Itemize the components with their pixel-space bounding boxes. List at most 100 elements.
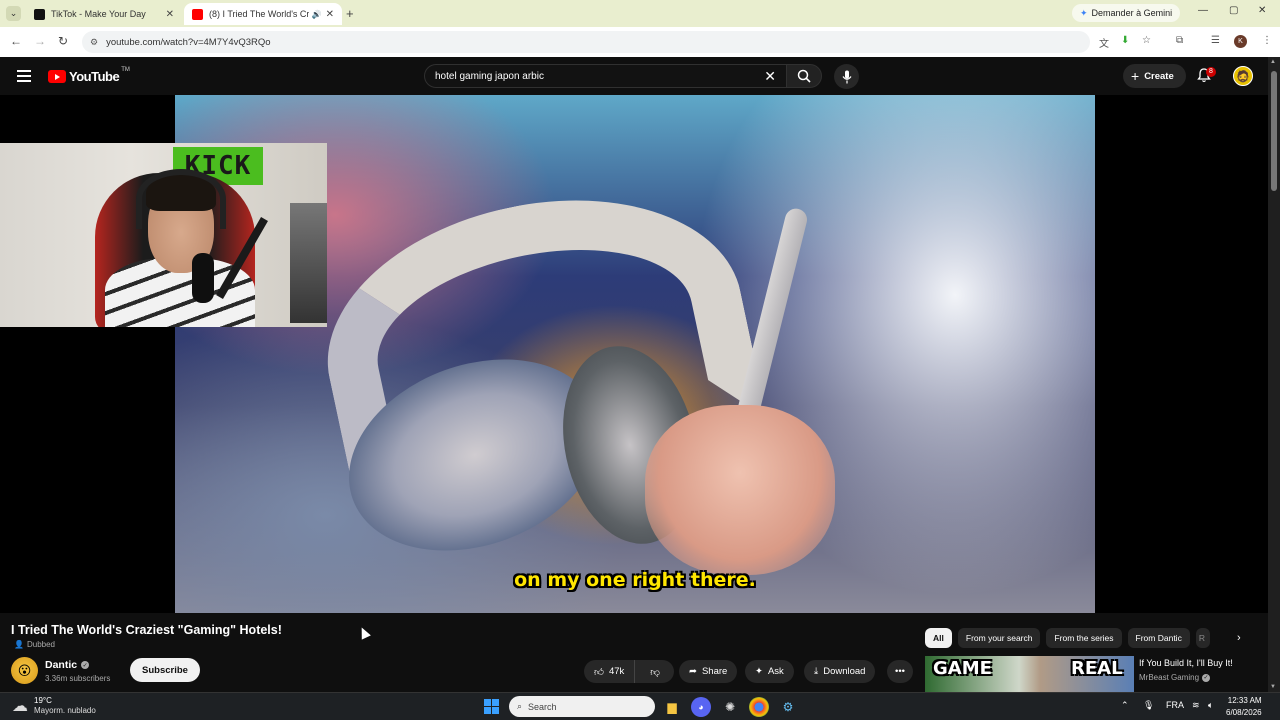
- browser-tab-strip: ⌄ TikTok - Make Your Day ✕ (8) I Tried T…: [0, 0, 1280, 27]
- subscribe-button[interactable]: Subscribe: [130, 658, 200, 682]
- windows-taskbar: ☁ 19°C Mayorm. nublado ⌕ Search ▆ ◕ ✺ ⚙ …: [0, 692, 1280, 720]
- clear-search-icon[interactable]: ✕: [764, 68, 776, 85]
- tab-title: TikTok - Make Your Day: [51, 9, 146, 19]
- volume-icon[interactable]: 🔈︎: [1208, 700, 1213, 711]
- thumbs-up-icon: 👍︎: [594, 666, 604, 678]
- scrollbar-thumb[interactable]: [1271, 71, 1277, 191]
- browser-menu-icon[interactable]: ⋮: [1262, 35, 1272, 46]
- chatgpt-icon[interactable]: ✺: [720, 697, 740, 717]
- reload-icon[interactable]: ↻: [58, 34, 68, 48]
- ask-button[interactable]: ✦ Ask: [745, 660, 794, 683]
- taskbar-search-placeholder: Search: [528, 701, 557, 712]
- chip-partial[interactable]: R: [1195, 628, 1210, 648]
- trademark-mark: TM: [121, 66, 130, 73]
- youtube-wordmark: YouTube: [69, 69, 120, 84]
- scroll-up-arrow-icon[interactable]: ▲: [1270, 59, 1276, 65]
- youtube-logo[interactable]: YouTube TM: [48, 66, 130, 84]
- search-button[interactable]: [786, 64, 822, 88]
- account-avatar[interactable]: 🧔: [1233, 66, 1253, 86]
- gemini-sparkle-icon: ✦: [1080, 7, 1088, 18]
- video-player[interactable]: on my one right there. KICK: [0, 95, 1268, 613]
- tab-close-icon[interactable]: ✕: [326, 9, 334, 20]
- dubbed-person-icon: 👤: [14, 640, 24, 649]
- steam-icon[interactable]: ⚙: [778, 697, 798, 717]
- cloud-icon: ☁: [12, 698, 28, 715]
- more-actions-button[interactable]: •••: [887, 660, 913, 683]
- translate-icon[interactable]: 文: [1099, 35, 1109, 50]
- notification-count-badge: 8: [1206, 67, 1216, 77]
- hand-holding-headset: [645, 405, 835, 575]
- recommended-channel[interactable]: MrBeast Gaming ✓: [1139, 673, 1211, 682]
- reading-list-icon[interactable]: ☰: [1211, 35, 1220, 46]
- voice-search-button[interactable]: [834, 64, 859, 89]
- windows-start-icon[interactable]: [484, 699, 499, 714]
- forward-arrow-icon[interactable]: →: [34, 34, 46, 48]
- recommended-video-thumbnail[interactable]: GAME REAL: [925, 656, 1134, 692]
- tab-tiktok[interactable]: TikTok - Make Your Day ✕: [26, 3, 182, 25]
- back-arrow-icon[interactable]: ←: [10, 34, 22, 48]
- channel-name-link[interactable]: Dantic ✓: [45, 659, 90, 671]
- address-bar-row: ← → ↻ ⚙ youtube.com/watch?v=4M7Y4vQ3RQo …: [0, 27, 1280, 57]
- like-button[interactable]: 👍︎ 47k: [584, 660, 636, 683]
- profile-avatar-icon[interactable]: K: [1234, 35, 1247, 48]
- channel-avatar[interactable]: 😮: [11, 657, 38, 684]
- channel-name: Dantic: [45, 659, 78, 671]
- chips-next-chevron-icon[interactable]: ›: [1237, 632, 1241, 644]
- maximize-icon[interactable]: ▢: [1229, 5, 1238, 16]
- download-button[interactable]: ⤓ Download: [804, 660, 876, 683]
- streamer-webcam-overlay: KICK: [0, 143, 327, 327]
- bookmark-star-icon[interactable]: ☆: [1142, 35, 1151, 46]
- recommended-video-title[interactable]: If You Build It, I'll Buy It!: [1139, 658, 1233, 668]
- verified-check-icon: ✓: [81, 661, 90, 669]
- omnibox[interactable]: ⚙ youtube.com/watch?v=4M7Y4vQ3RQo: [82, 31, 1090, 53]
- page-scrollbar[interactable]: ▲ ▼: [1268, 57, 1280, 692]
- menu-hamburger-icon[interactable]: [17, 70, 31, 82]
- video-subtitle: on my one right there.: [514, 569, 756, 591]
- extension-download-icon[interactable]: ⬇: [1121, 35, 1129, 46]
- chip-from-the-series[interactable]: From the series: [1046, 628, 1122, 648]
- close-window-icon[interactable]: ✕: [1258, 5, 1266, 16]
- video-title: I Tried The World's Craziest "Gaming" Ho…: [11, 623, 282, 637]
- chip-from-dantic[interactable]: From Dantic: [1127, 628, 1190, 648]
- create-label: Create: [1144, 70, 1174, 82]
- tab-youtube[interactable]: (8) I Tried The World's Craz 🔊 ✕: [184, 3, 342, 25]
- verified-check-icon: ✓: [1202, 673, 1211, 682]
- tray-mic-icon[interactable]: 🎙︎: [1143, 700, 1154, 711]
- streamer-microphone: [192, 253, 214, 303]
- minimize-icon[interactable]: —: [1198, 5, 1208, 16]
- youtube-favicon-icon: [192, 8, 203, 20]
- scroll-down-arrow-icon[interactable]: ▼: [1270, 684, 1276, 690]
- language-indicator[interactable]: FRA: [1166, 700, 1184, 710]
- chip-from-your-search[interactable]: From your search: [957, 628, 1041, 648]
- taskbar-search[interactable]: ⌕ Search: [509, 696, 655, 717]
- chip-all[interactable]: All: [925, 628, 952, 648]
- search-icon: ⌕: [517, 701, 523, 711]
- discord-icon[interactable]: ◕: [691, 697, 711, 717]
- download-icon: ⤓: [814, 666, 819, 677]
- chrome-icon[interactable]: [749, 697, 769, 717]
- weather-condition: Mayorm. nublado: [34, 706, 96, 715]
- tab-search-chevron-icon[interactable]: ⌄: [6, 6, 21, 21]
- create-button[interactable]: + Create: [1123, 64, 1186, 88]
- site-info-icon[interactable]: ⚙: [90, 37, 98, 48]
- tab-close-icon[interactable]: ✕: [166, 9, 174, 20]
- share-button[interactable]: ➦ Share: [679, 660, 738, 683]
- dislike-button[interactable]: 👎︎: [640, 660, 670, 683]
- taskbar-clock[interactable]: 12:33 AM 6/08/2026: [1226, 695, 1262, 719]
- speaker-icon[interactable]: 🔊: [312, 10, 322, 19]
- recommended-channel-name: MrBeast Gaming: [1139, 673, 1200, 682]
- new-tab-button[interactable]: +: [346, 6, 354, 21]
- gemini-button[interactable]: ✦ Demander à Gemini: [1072, 4, 1181, 22]
- search-input[interactable]: hotel gaming japon arbic ✕: [424, 64, 786, 88]
- extensions-puzzle-icon[interactable]: ⧉: [1176, 35, 1183, 46]
- wifi-icon[interactable]: ≋: [1192, 700, 1200, 711]
- youtube-header: YouTube TM hotel gaming japon arbic ✕ + …: [0, 57, 1268, 95]
- tray-overflow-chevron-icon[interactable]: ⌃: [1121, 700, 1129, 711]
- file-explorer-icon[interactable]: ▆: [662, 697, 682, 717]
- subscriber-count: 3.36m subscribers: [45, 674, 111, 683]
- thumb-text-right: REAL: [1071, 658, 1123, 679]
- background-shelf: [290, 203, 327, 323]
- clock-time: 12:33 AM: [1227, 696, 1262, 705]
- search-query: hotel gaming japon arbic: [435, 70, 544, 82]
- weather-widget[interactable]: ☁ 19°C Mayorm. nublado: [12, 696, 96, 716]
